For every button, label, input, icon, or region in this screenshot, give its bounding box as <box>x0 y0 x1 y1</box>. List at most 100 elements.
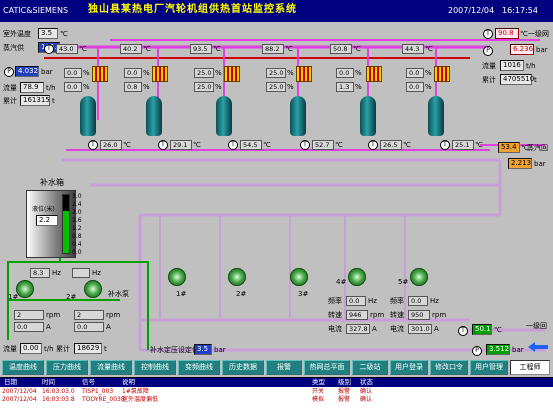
event-date: 2007/12/04 <box>2 388 37 395</box>
heater4-valve-icon[interactable] <box>296 66 312 82</box>
circ-pump-4[interactable] <box>348 268 366 286</box>
nav-pressure-curve[interactable]: 压力曲线 <box>46 360 88 375</box>
col-status: 状态 <box>360 378 373 386</box>
pump5-freq-unit: Hz <box>430 297 439 305</box>
makeup-cur-1: 0.0 <box>14 322 44 332</box>
heater6-valve2-unit: % <box>425 83 432 91</box>
nav-secondary-station[interactable]: 二级站 <box>352 360 388 375</box>
makeup-rpm-2: 2 <box>74 310 104 320</box>
heater6-valve1-unit: % <box>425 69 432 77</box>
heater4-top-unit: ℃ <box>285 45 293 53</box>
steam-pressure-gauge: P <box>4 67 14 77</box>
heater3-valve1-unit: % <box>215 69 222 77</box>
heater2-top-unit: ℃ <box>143 45 151 53</box>
outdoor-temp-label: 室外温度 <box>3 30 31 38</box>
heater1-valve2: 0.0 <box>64 82 82 92</box>
nav-flow-curve[interactable]: 流量曲线 <box>90 360 132 375</box>
event-row[interactable]: 2007/12/04 16:03:03.0 TISP1_003 1#泵故障 开关… <box>0 388 553 396</box>
return-pressure-value: 2.213 <box>508 158 532 169</box>
nav-engineer[interactable]: 工程师 <box>510 360 550 375</box>
nav-user-login[interactable]: 用户登录 <box>390 360 428 375</box>
nav-temp-curve[interactable]: 温度曲线 <box>2 360 44 375</box>
setpoint-value[interactable]: 3.5 <box>194 344 212 355</box>
heater3-top-unit: ℃ <box>213 45 221 53</box>
pump5-freq-label: 频率 <box>390 297 404 305</box>
nav-alarm[interactable]: 报警 <box>266 360 302 375</box>
makeup-tank-label: 补水箱 <box>40 178 64 187</box>
heater3-tank[interactable] <box>216 96 232 136</box>
heater4-bottom-temp: 52.7 <box>312 140 334 150</box>
circ-pump-3[interactable] <box>290 268 308 286</box>
pump4-speed-unit: rpm <box>370 311 385 319</box>
return-net-label: 一级回 <box>526 322 547 330</box>
col-desc: 说明 <box>122 378 135 386</box>
nav-vfd-curve[interactable]: 变频曲线 <box>178 360 220 375</box>
heater2-valve-icon[interactable] <box>152 66 168 82</box>
makeup-total-unit: t <box>104 345 107 353</box>
nav-control-curve[interactable]: 控制曲线 <box>134 360 176 375</box>
heater3-valve2-unit: % <box>215 83 222 91</box>
return-temp-value: 53.4 <box>498 142 520 153</box>
steam-total-value: 161315 <box>20 95 50 106</box>
event-time: 16:03:03.8 <box>42 396 75 403</box>
heater3-bottom-unit: ℃ <box>263 141 271 149</box>
heater5-valve-icon[interactable] <box>366 66 382 82</box>
return-net-pressure-unit: bar <box>512 346 524 354</box>
heater2-bottom-gauge: T <box>158 140 168 150</box>
heater5-top-temp: 50.8 <box>330 44 352 54</box>
heater6-bottom-unit: ℃ <box>475 141 483 149</box>
event-desc: 室外温度偏低 <box>122 396 159 403</box>
nav-change-password[interactable]: 修改口令 <box>430 360 468 375</box>
pump5-speed-unit: rpm <box>432 311 447 319</box>
heater5-tank[interactable] <box>360 96 376 136</box>
heater1-bottom-temp: 26.0 <box>100 140 122 150</box>
heater2-bottom-temp: 29.1 <box>170 140 192 150</box>
steam-pressure-value: 4.032 <box>15 66 39 77</box>
makeup-pump-1[interactable] <box>16 280 34 298</box>
event-list[interactable]: 日期 时间 信号 说明 类型 级别 状态 2007/12/04 16:03:03… <box>0 377 553 415</box>
heater1-tank[interactable] <box>80 96 96 136</box>
supply-temp-value: 90.8 <box>495 28 519 39</box>
makeup-level-bar <box>62 194 70 254</box>
heater1-valve-icon[interactable] <box>92 66 108 82</box>
supply-temp-gauge: T <box>483 29 493 39</box>
heater1-valve1-unit: % <box>83 69 90 77</box>
scada-screen: CATIC&SIEMENS 独山县某热电厂汽轮机组供热首站监控系统 2007/1… <box>0 0 553 415</box>
event-status: 确认 <box>360 388 373 395</box>
circ-pump-2[interactable] <box>228 268 246 286</box>
event-row[interactable]: 2007/12/04 16:03:03.8 TOOYRE_0038 室外温度偏低… <box>0 396 553 404</box>
heater4-top-temp: 88.2 <box>262 44 284 54</box>
supply-total-label: 累计 <box>482 76 496 84</box>
nav-history[interactable]: 历史数据 <box>222 360 264 375</box>
scale-tick: 0.0 <box>72 249 82 256</box>
makeup-rpm-unit-1: rpm <box>46 311 61 319</box>
heater6-valve-icon[interactable] <box>434 66 450 82</box>
makeup-total-label: 累计 <box>56 345 70 353</box>
nav-user-management[interactable]: 用户管理 <box>470 360 508 375</box>
heater1-temp-gauge: T <box>44 44 54 54</box>
circ-pump-5[interactable] <box>410 268 428 286</box>
makeup-pumps-label: 补水泵 <box>108 290 129 298</box>
supply-pressure-unit: bar <box>536 46 548 54</box>
steam-total-unit: t <box>52 97 55 105</box>
heater5-bottom-unit: ℃ <box>403 141 411 149</box>
makeup-freq-unit-1: Hz <box>52 269 61 277</box>
heater3-valve-icon[interactable] <box>224 66 240 82</box>
makeup-pump-2[interactable] <box>84 280 102 298</box>
nav-network-plan[interactable]: 热网总平面 <box>304 360 350 375</box>
heater2-valve1-unit: % <box>143 69 150 77</box>
outdoor-temp-unit: ℃ <box>60 30 68 38</box>
outdoor-temp-value: 3.5 <box>38 28 58 39</box>
primary-net-label: 一级网 <box>528 30 549 38</box>
makeup-level-value: 2.2 <box>36 215 58 226</box>
circ-pump-1[interactable] <box>168 268 186 286</box>
supply-flow-value: 1016 <box>500 60 524 71</box>
return-net-temp-value: 50.1 <box>472 324 492 335</box>
heater2-tank[interactable] <box>146 96 162 136</box>
pump5-current-label: 电流 <box>390 325 404 333</box>
pump4-freq-label: 频率 <box>328 297 342 305</box>
heater4-tank[interactable] <box>290 96 306 136</box>
pump4-current-value: 327.8 <box>346 324 370 334</box>
heater6-bottom-temp: 25.1 <box>452 140 474 150</box>
heater6-tank[interactable] <box>428 96 444 136</box>
